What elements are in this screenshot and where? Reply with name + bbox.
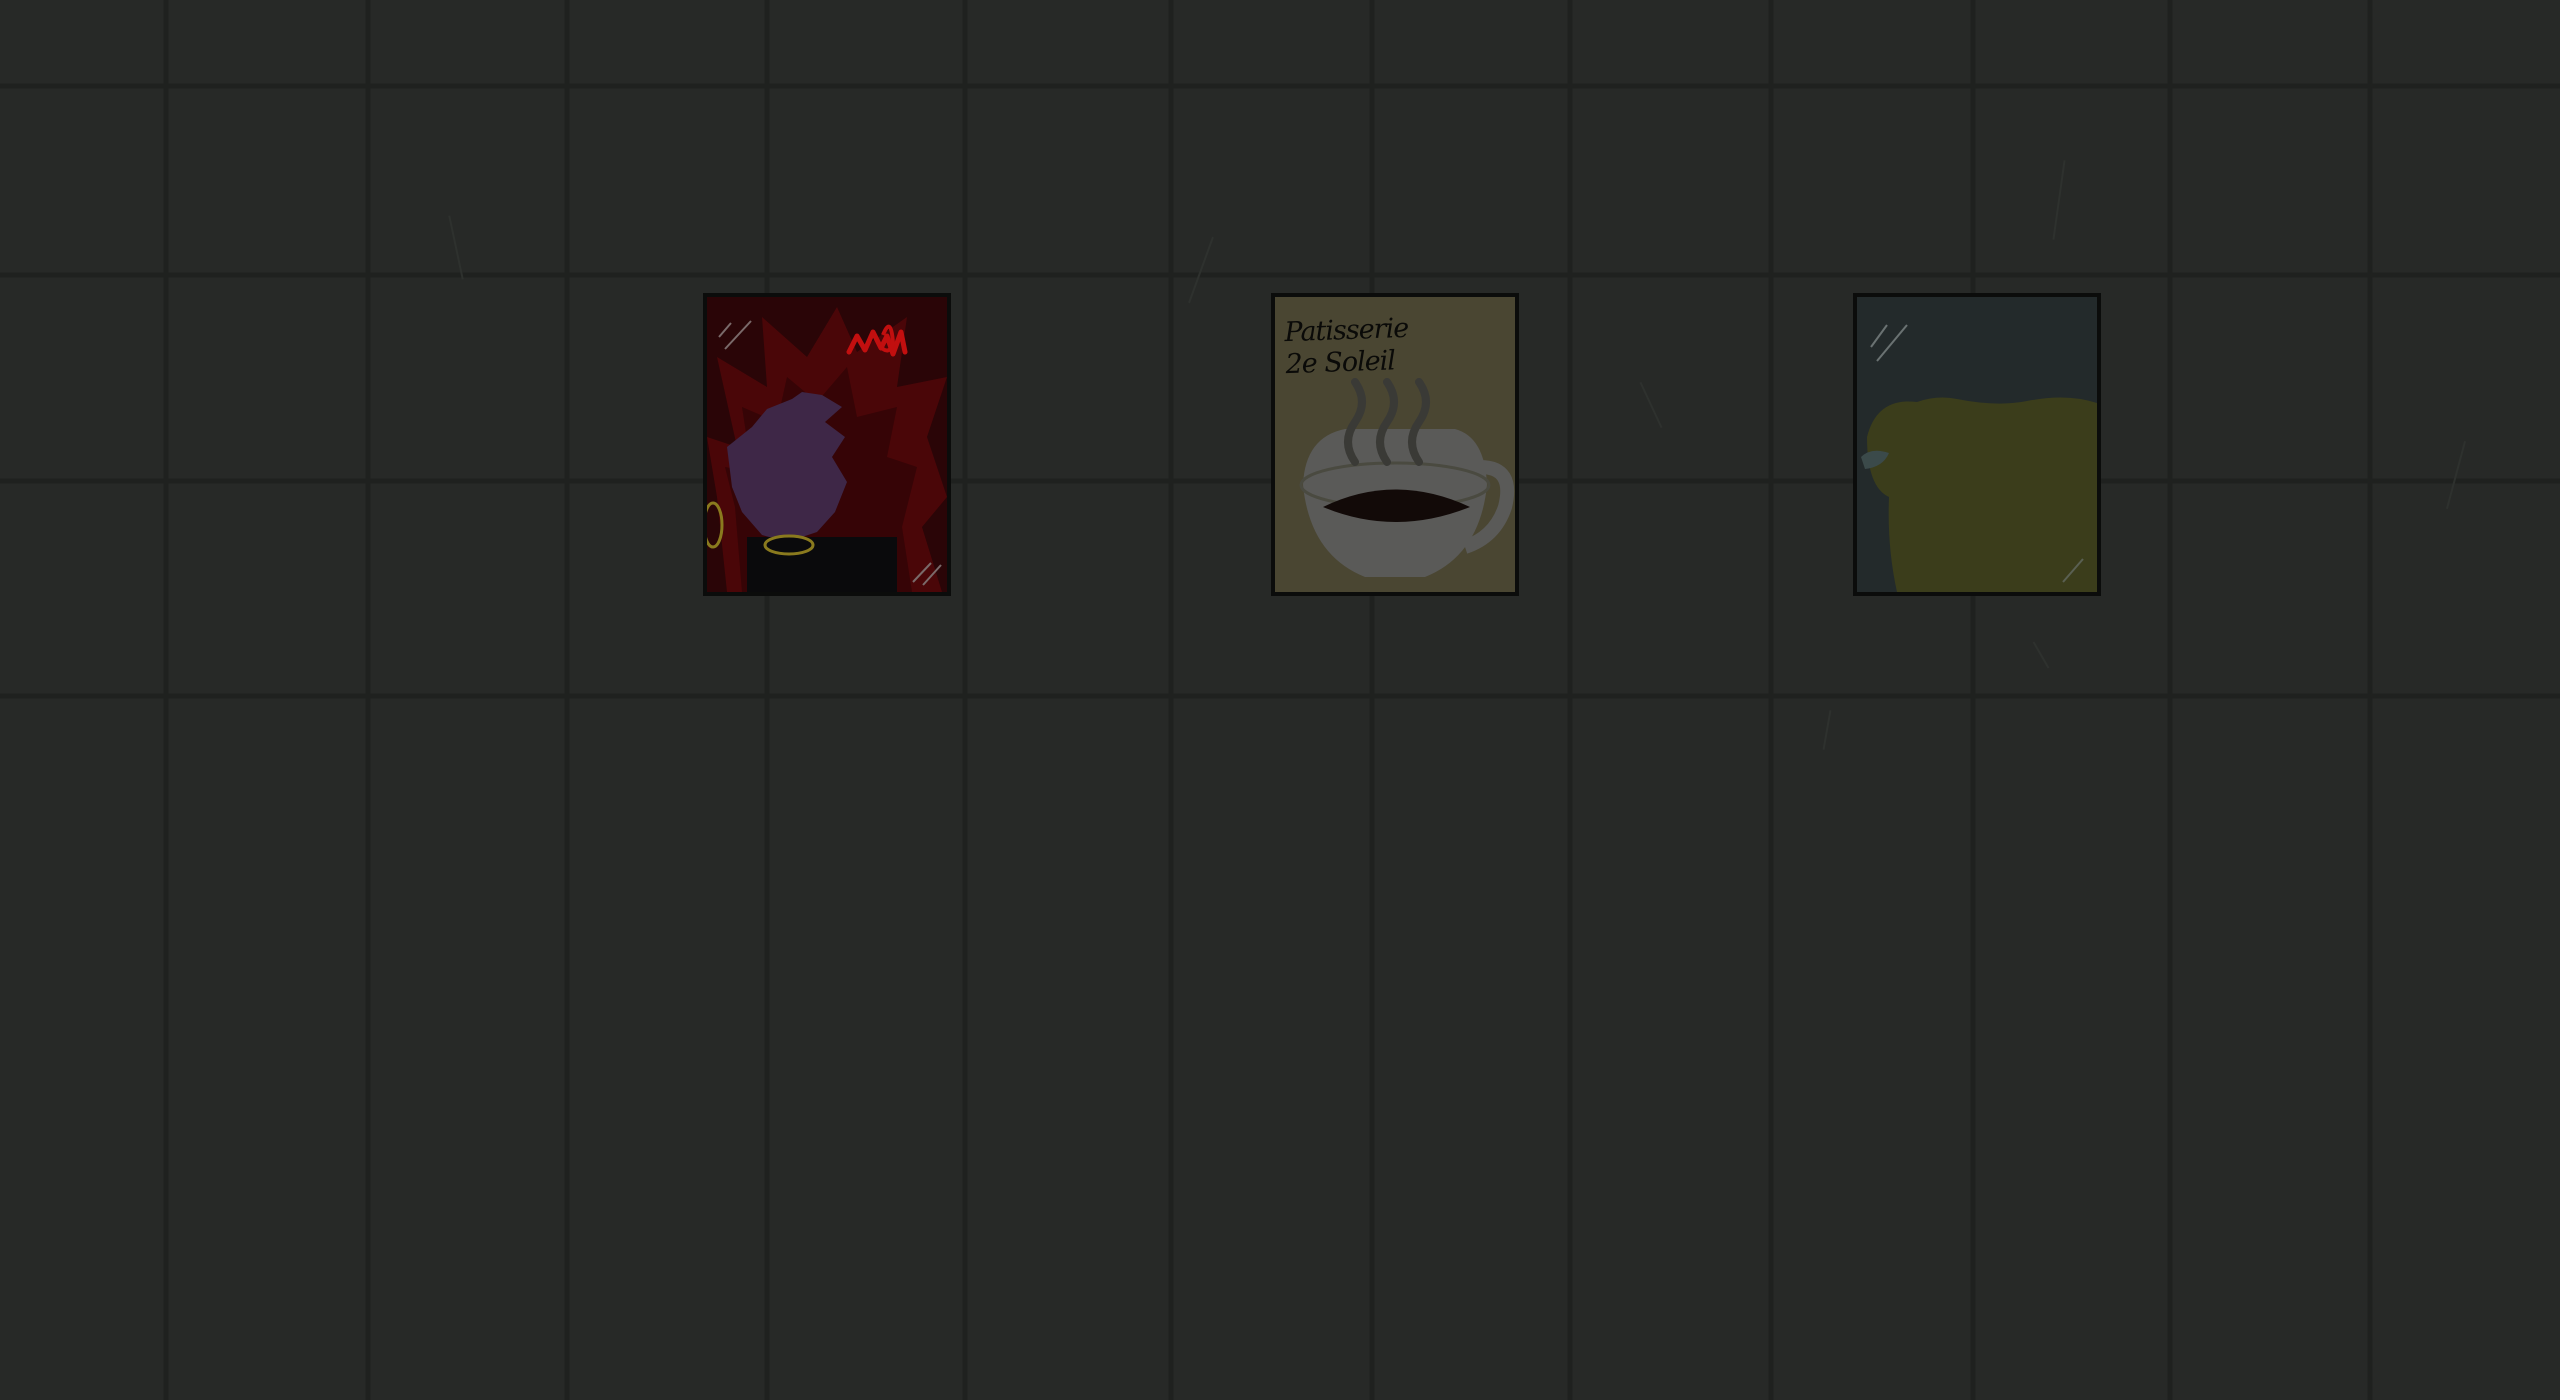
game-scene: Patisserie 2e Soleil [0,0,2560,1400]
character-portrait-icon [707,297,947,592]
poster-left[interactable] [703,293,951,596]
poster-right[interactable] [1853,293,2101,596]
poster-center[interactable]: Patisserie 2e Soleil [1271,293,1519,596]
poster-caption: Patisserie 2e Soleil [1283,312,1409,381]
tiled-wall [0,0,2560,1400]
yellow-blob-icon [1857,297,2097,592]
